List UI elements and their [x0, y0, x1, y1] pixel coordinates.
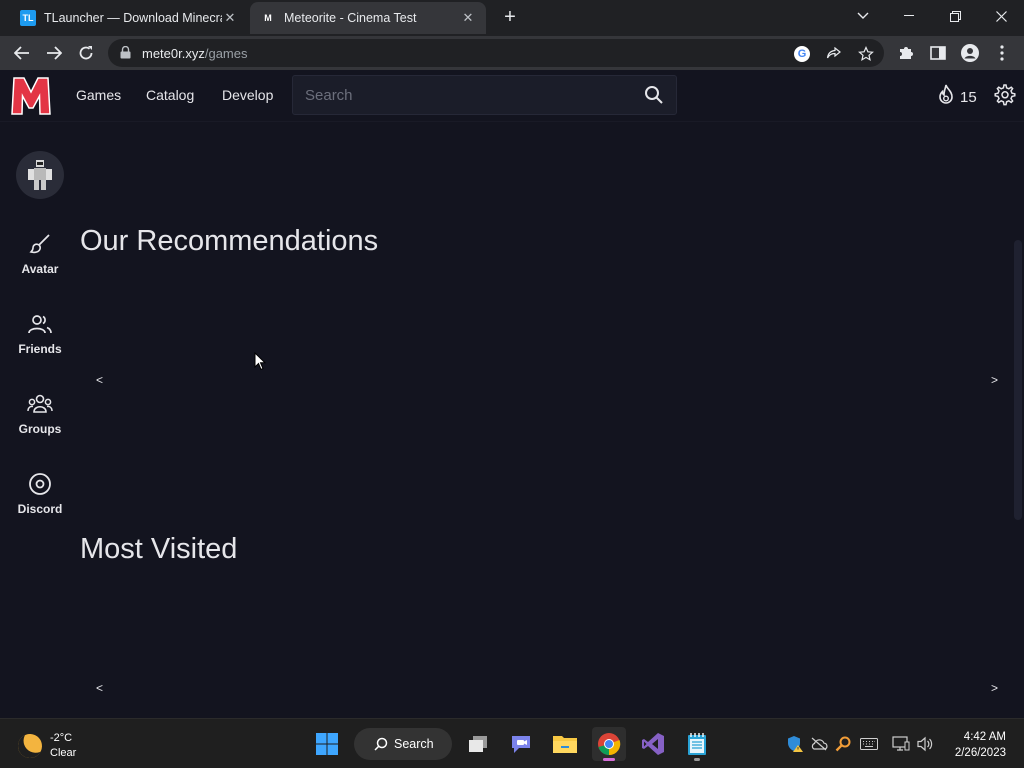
page-scrollbar[interactable]: [1014, 240, 1022, 520]
nav-develop-link[interactable]: Develop: [222, 87, 273, 103]
sidebar-item-avatar[interactable]: Avatar: [0, 232, 80, 276]
side-panel-icon[interactable]: [928, 43, 948, 63]
taskbar-search-button[interactable]: Search: [354, 728, 452, 760]
carousel-prev-button[interactable]: <: [96, 373, 103, 387]
tab-title: TLauncher — Download Minecraft: [44, 11, 222, 25]
tab-close-icon[interactable]: ✕: [460, 10, 476, 26]
weather-temp: -2°C: [50, 732, 73, 744]
windows-taskbar: -2°C Clear Search 4:42 AM 2/26/2023: [0, 718, 1024, 768]
minimize-button[interactable]: [886, 0, 932, 32]
groups-icon: [27, 394, 53, 413]
chrome-taskbar-button[interactable]: [592, 727, 626, 761]
sidebar-item-discord[interactable]: Discord: [0, 472, 80, 516]
address-bar[interactable]: mete0r.xyz/games G: [108, 39, 884, 67]
section-title-recommendations: Our Recommendations: [80, 225, 379, 257]
new-tab-button[interactable]: +: [498, 6, 522, 28]
defender-warning-icon[interactable]: [786, 735, 804, 753]
restore-button[interactable]: [932, 0, 978, 32]
browser-toolbar: mete0r.xyz/games G: [0, 36, 1024, 70]
search-icon: [374, 737, 388, 751]
sidebar-item-friends[interactable]: Friends: [0, 312, 80, 356]
url-host: mete0r.xyz: [142, 46, 205, 61]
forward-button[interactable]: [42, 42, 66, 64]
folder-icon: [553, 736, 577, 753]
chrome-menu-icon[interactable]: [992, 43, 1012, 63]
file-explorer-button[interactable]: [548, 727, 582, 761]
site-header: Games Catalog Develop 15: [0, 70, 1024, 122]
moon-icon: [14, 730, 46, 762]
discord-icon: [29, 473, 51, 495]
extensions-puzzle-icon[interactable]: [896, 43, 916, 63]
sidebar-item-groups[interactable]: Groups: [0, 392, 80, 436]
search-input[interactable]: [305, 76, 625, 114]
chat-icon: [512, 736, 530, 753]
active-app-indicator: [603, 758, 615, 761]
settings-gear-icon[interactable]: [992, 83, 1016, 112]
search-icon[interactable]: [644, 85, 664, 110]
network-icon[interactable]: [892, 735, 910, 753]
currency-amount: 15: [960, 88, 977, 106]
profile-icon[interactable]: [960, 43, 980, 63]
sidebar-item-label: Groups: [18, 422, 62, 436]
sidebar-item-label: Avatar: [21, 262, 59, 276]
nav-games-link[interactable]: Games: [76, 87, 121, 103]
clock-date: 2/26/2023: [954, 747, 1006, 759]
flame-icon: [936, 84, 956, 110]
visual-studio-icon: [642, 733, 664, 755]
task-view-button[interactable]: [461, 727, 495, 761]
section-title-most-visited: Most Visited: [80, 533, 238, 565]
carousel-next-button[interactable]: >: [991, 373, 998, 387]
url-text: mete0r.xyz/games: [142, 46, 248, 61]
tab-meteorite[interactable]: M Meteorite - Cinema Test ✕: [250, 2, 486, 34]
chrome-icon: [598, 733, 621, 756]
running-app-indicator: [694, 758, 700, 761]
notepad-icon: [688, 733, 706, 755]
avatar[interactable]: [16, 151, 64, 199]
tab-search-chevron-icon[interactable]: [840, 0, 886, 32]
reload-button[interactable]: [74, 42, 98, 64]
volume-icon[interactable]: [916, 735, 934, 753]
tlauncher-favicon-icon: TL: [20, 10, 36, 26]
onedrive-off-icon[interactable]: [810, 735, 828, 753]
back-button[interactable]: [10, 42, 34, 64]
tray-search-icon[interactable]: [834, 735, 852, 753]
close-window-button[interactable]: [978, 0, 1024, 32]
clock-time: 4:42 AM: [963, 731, 1006, 743]
windows-logo-icon: [316, 733, 338, 755]
notepad-button[interactable]: [680, 727, 714, 761]
currency-balance[interactable]: 15: [936, 84, 977, 110]
google-lens-icon[interactable]: G: [793, 45, 811, 63]
nav-catalog-link[interactable]: Catalog: [146, 87, 194, 103]
sidebar-item-label: Friends: [18, 342, 62, 356]
site-search: [292, 75, 677, 115]
weather-condition: Clear: [50, 747, 77, 759]
system-clock[interactable]: 4:42 AM 2/26/2023: [940, 729, 1006, 761]
tab-close-icon[interactable]: ✕: [222, 10, 238, 26]
sidebar: Avatar Friends Groups Discord: [0, 122, 80, 718]
url-path: /games: [204, 46, 248, 61]
mouse-cursor-icon: [254, 351, 267, 376]
visual-studio-button[interactable]: [636, 727, 670, 761]
keyboard-icon[interactable]: [860, 735, 878, 753]
tab-title: Meteorite - Cinema Test: [284, 11, 417, 25]
carousel-next-button[interactable]: >: [991, 681, 998, 695]
lock-icon[interactable]: [120, 45, 131, 64]
brush-icon: [29, 234, 50, 254]
share-icon[interactable]: [825, 45, 843, 63]
bookmark-star-icon[interactable]: [857, 45, 875, 63]
sidebar-item-label: Discord: [17, 502, 63, 516]
weather-widget[interactable]: -2°C Clear: [14, 730, 77, 762]
task-view-icon: [469, 736, 487, 752]
meteorite-favicon-icon: M: [264, 13, 272, 23]
tab-tlauncher[interactable]: TL TLauncher — Download Minecraft ✕: [10, 2, 248, 34]
meteorite-logo[interactable]: [10, 76, 52, 116]
friends-icon: [28, 315, 52, 334]
carousel-prev-button[interactable]: <: [96, 681, 103, 695]
teams-chat-button[interactable]: [504, 727, 538, 761]
browser-tab-strip: TL TLauncher — Download Minecraft ✕ M Me…: [0, 0, 1024, 36]
start-button[interactable]: [310, 727, 344, 761]
taskbar-search-label: Search: [394, 737, 434, 751]
